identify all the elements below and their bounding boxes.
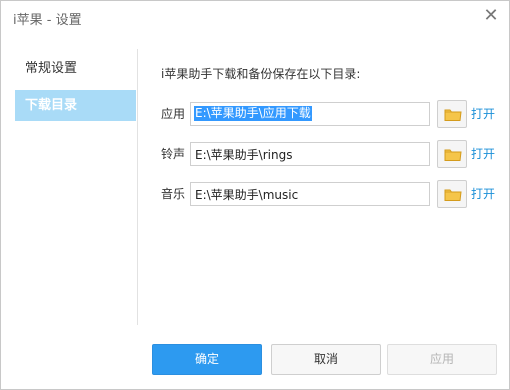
- ok-button[interactable]: 确定: [152, 344, 262, 375]
- sidebar-item-label: 常规设置: [25, 61, 78, 76]
- app-dir-row: 应用 E:\苹果助手\应用下载 打开: [161, 100, 501, 128]
- open-folder-link[interactable]: 打开: [471, 105, 495, 122]
- folder-icon: [444, 109, 462, 121]
- row-label: 应用: [161, 107, 186, 121]
- sidebar-item-download-dir[interactable]: 下载目录: [15, 90, 136, 121]
- app-path-input[interactable]: [190, 102, 430, 126]
- intro-text: i苹果助手下载和备份保存在以下目录:: [161, 67, 361, 81]
- settings-dialog: i苹果 - 设置 ✕ 常规设置 下载目录 i苹果助手下载和备份保存在以下目录: …: [0, 0, 510, 390]
- browse-folder-button[interactable]: [437, 100, 467, 128]
- apply-button[interactable]: 应用: [387, 344, 497, 375]
- browse-folder-button[interactable]: [437, 140, 467, 168]
- folder-icon: [444, 149, 462, 161]
- sidebar-item-general[interactable]: 常规设置: [15, 53, 136, 84]
- row-label: 音乐: [161, 187, 186, 201]
- row-label: 铃声: [161, 147, 186, 161]
- ringtone-path-input[interactable]: [190, 142, 430, 166]
- sidebar-item-label: 下载目录: [25, 98, 78, 113]
- window-title: i苹果 - 设置: [13, 13, 82, 28]
- open-folder-link[interactable]: 打开: [471, 185, 495, 202]
- sidebar: 常规设置 下载目录: [15, 49, 138, 325]
- folder-icon: [444, 189, 462, 201]
- main-content: i苹果助手下载和备份保存在以下目录: 应用 E:\苹果助手\应用下载 打开 铃声: [161, 1, 509, 331]
- cancel-button[interactable]: 取消: [271, 344, 381, 375]
- music-path-input[interactable]: [190, 182, 430, 206]
- ringtone-dir-row: 铃声 打开: [161, 140, 501, 168]
- open-folder-link[interactable]: 打开: [471, 145, 495, 162]
- music-dir-row: 音乐 打开: [161, 180, 501, 208]
- browse-folder-button[interactable]: [437, 180, 467, 208]
